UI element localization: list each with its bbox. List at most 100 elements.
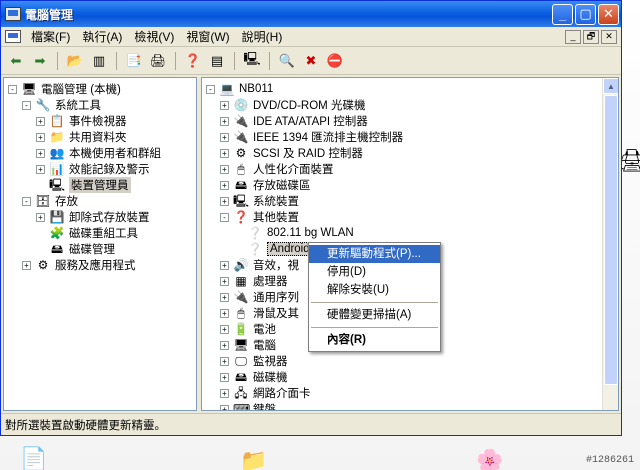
- expand-plus-icon[interactable]: +: [220, 356, 229, 366]
- collapse-minus-icon[interactable]: -: [206, 84, 215, 94]
- tree-node[interactable]: + 🖳 系統裝置: [202, 193, 618, 209]
- tree-node-label: SCSI 及 RAID 控制器: [253, 148, 363, 160]
- tree-node[interactable]: + ⌨ 鍵盤: [202, 401, 618, 410]
- tree-node[interactable]: + 🖵 監視器: [202, 353, 618, 369]
- other-devices-icon: ❓: [233, 210, 249, 224]
- forward-arrow-icon[interactable]: ➡: [29, 50, 51, 72]
- expand-plus-icon[interactable]: +: [220, 164, 229, 174]
- toolbar-separator: [234, 51, 235, 70]
- tree-node[interactable]: + 📊 效能記錄及警示: [4, 161, 196, 177]
- toolbar-separator: [57, 51, 58, 70]
- context-menu-item[interactable]: 解除安裝(U): [309, 281, 440, 299]
- title-bar[interactable]: 電腦管理 _ ▢ ✕: [1, 1, 621, 27]
- folder-icon[interactable]: 📁: [240, 448, 267, 470]
- tree-node[interactable]: + 🔌 IDE ATA/ATAPI 控制器: [202, 113, 618, 129]
- expand-plus-icon[interactable]: +: [220, 308, 229, 318]
- expand-plus-icon[interactable]: +: [36, 148, 45, 158]
- tree-node[interactable]: - ❓ 其他裝置: [202, 209, 618, 225]
- expand-plus-icon[interactable]: +: [220, 388, 229, 398]
- tree-node[interactable]: ❔ 802.11 bg WLAN: [202, 225, 618, 241]
- expand-plus-icon[interactable]: +: [220, 372, 229, 382]
- show-action-pane-icon[interactable]: ▤: [206, 50, 228, 72]
- expand-plus-icon[interactable]: +: [220, 196, 229, 206]
- expand-plus-icon[interactable]: +: [22, 260, 31, 270]
- expand-plus-icon[interactable]: +: [220, 260, 229, 270]
- tree-node[interactable]: - 🖥 電腦管理 (本機): [4, 81, 196, 97]
- tree-node[interactable]: + 🖴 存放磁碟區: [202, 177, 618, 193]
- expand-plus-icon[interactable]: +: [220, 148, 229, 158]
- expand-plus-icon[interactable]: +: [36, 132, 45, 142]
- tree-node[interactable]: + ⚙ SCSI 及 RAID 控制器: [202, 145, 618, 161]
- properties-icon[interactable]: 📑: [123, 50, 145, 72]
- expand-plus-icon[interactable]: +: [220, 276, 229, 286]
- expand-plus-icon[interactable]: +: [36, 212, 45, 222]
- collapse-minus-icon[interactable]: -: [220, 212, 229, 222]
- context-menu-item[interactable]: 硬體變更掃描(A): [309, 306, 440, 324]
- tree-node-label: NB011: [239, 83, 274, 95]
- close-button[interactable]: ✕: [598, 3, 619, 25]
- tree-node[interactable]: + 📁 共用資料夾: [4, 129, 196, 145]
- word-document-icon[interactable]: 📄: [20, 446, 47, 470]
- maximize-button[interactable]: ▢: [575, 3, 596, 25]
- collapse-minus-icon[interactable]: -: [22, 100, 31, 110]
- menu-window[interactable]: 視窗(W): [182, 28, 237, 45]
- scrollbar-thumb[interactable]: [604, 95, 618, 385]
- expand-plus-icon[interactable]: +: [220, 404, 229, 410]
- tree-node[interactable]: 🖴 磁碟管理: [4, 241, 196, 257]
- tree-node[interactable]: + ⚙ 服務及應用程式: [4, 257, 196, 273]
- tree-node-label: Android: [267, 242, 313, 256]
- tree-node[interactable]: - 🔧 系統工具: [4, 97, 196, 113]
- collapse-minus-icon[interactable]: -: [22, 196, 31, 206]
- tree-node[interactable]: + 💾 卸除式存放裝置: [4, 209, 196, 225]
- mdi-document-icon[interactable]: [5, 30, 21, 43]
- menu-help[interactable]: 說明(H): [238, 28, 291, 45]
- uninstall-device-icon[interactable]: ✖: [300, 50, 322, 72]
- context-menu-item[interactable]: 更新驅動程式(P)...: [309, 245, 440, 263]
- menu-view[interactable]: 檢視(V): [130, 28, 182, 45]
- up-folder-icon[interactable]: 📂: [64, 50, 86, 72]
- tree-node-label: 滑鼠及其: [253, 308, 299, 320]
- mdi-close-button[interactable]: ✕: [601, 29, 617, 44]
- menu-action[interactable]: 執行(A): [78, 28, 130, 45]
- flower-icon: 🌸: [476, 448, 504, 470]
- mdi-restore-button[interactable]: 🗗: [583, 29, 599, 44]
- tree-node[interactable]: + 💿 DVD/CD-ROM 光碟機: [202, 97, 618, 113]
- back-arrow-icon[interactable]: ⬅: [5, 50, 27, 72]
- vertical-scrollbar[interactable]: ▲: [602, 78, 618, 410]
- expand-plus-icon[interactable]: +: [36, 116, 45, 126]
- tree-node[interactable]: + 🖱 人性化介面裝置: [202, 161, 618, 177]
- disable-device-icon[interactable]: ⛔: [324, 50, 346, 72]
- tree-node[interactable]: + 🖧 網路介面卡: [202, 385, 618, 401]
- scan-hardware-icon[interactable]: 🔍: [276, 50, 298, 72]
- tree-node[interactable]: - 💻 NB011: [202, 81, 618, 97]
- help-icon[interactable]: ❓: [182, 50, 204, 72]
- expand-plus-icon[interactable]: +: [220, 324, 229, 334]
- removable-storage-icon: 💾: [49, 210, 65, 224]
- collapse-minus-icon[interactable]: -: [8, 84, 17, 94]
- mdi-minimize-button[interactable]: _: [565, 29, 581, 44]
- expand-plus-icon[interactable]: +: [220, 100, 229, 110]
- tree-node[interactable]: + 📋 事件檢視器: [4, 113, 196, 129]
- tree-node[interactable]: + 🖴 磁碟機: [202, 369, 618, 385]
- menu-file[interactable]: 檔案(F): [27, 28, 78, 45]
- expand-plus-icon[interactable]: +: [220, 180, 229, 190]
- expand-plus-icon[interactable]: +: [220, 116, 229, 126]
- expand-plus-icon[interactable]: +: [36, 164, 45, 174]
- device-manager-tool-icon[interactable]: 🖳: [241, 50, 263, 72]
- expand-plus-icon[interactable]: +: [220, 340, 229, 350]
- tree-node-label: 服務及應用程式: [55, 260, 136, 272]
- print-icon[interactable]: 🖨: [147, 50, 169, 72]
- tree-node[interactable]: 🖳 裝置管理員: [4, 177, 196, 193]
- scroll-up-arrow-icon[interactable]: ▲: [603, 78, 618, 94]
- expand-plus-icon[interactable]: +: [220, 132, 229, 142]
- show-hide-tree-icon[interactable]: ▥: [88, 50, 110, 72]
- expand-plus-icon[interactable]: +: [220, 292, 229, 302]
- tree-node-label: 裝置管理員: [69, 177, 131, 193]
- tree-node[interactable]: + 👥 本機使用者和群組: [4, 145, 196, 161]
- context-menu-item[interactable]: 停用(D): [309, 263, 440, 281]
- tree-node[interactable]: 🧩 磁碟重組工具: [4, 225, 196, 241]
- tree-node[interactable]: - 🗄 存放: [4, 193, 196, 209]
- context-menu-item[interactable]: 內容(R): [309, 331, 440, 349]
- minimize-button[interactable]: _: [552, 3, 573, 25]
- tree-node[interactable]: + 🔌 IEEE 1394 匯流排主機控制器: [202, 129, 618, 145]
